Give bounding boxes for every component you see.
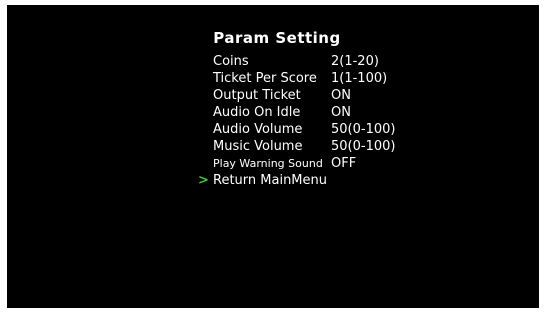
menu-item-ticket-per-score[interactable]: Ticket Per Score 1(1-100) xyxy=(7,71,539,87)
menu-item-audio-volume[interactable]: Audio Volume 50(0-100) xyxy=(7,122,539,138)
menu-item-coins[interactable]: Coins 2(1-20) xyxy=(7,54,539,70)
menu-item-label: Output Ticket xyxy=(213,88,301,103)
menu-item-output-ticket[interactable]: Output Ticket ON xyxy=(7,88,539,104)
menu-item-value: ON xyxy=(331,88,351,103)
menu-item-label: Ticket Per Score xyxy=(213,71,317,86)
menu-item-label: Audio Volume xyxy=(213,122,303,137)
menu-item-value: 2(1-20) xyxy=(331,54,379,69)
page-title: Param Setting xyxy=(213,29,341,47)
menu-item-value: 1(1-100) xyxy=(331,71,388,86)
menu-item-return-mainmenu[interactable]: > Return MainMenu xyxy=(7,173,539,189)
menu-item-value: ON xyxy=(331,105,351,120)
settings-menu: Coins 2(1-20) Ticket Per Score 1(1-100) … xyxy=(7,54,539,254)
menu-item-value: 50(0-100) xyxy=(331,139,396,154)
menu-item-label: Coins xyxy=(213,54,249,69)
menu-item-value: 50(0-100) xyxy=(331,122,396,137)
game-settings-screen: Param Setting Coins 2(1-20) Ticket Per S… xyxy=(7,5,539,308)
menu-item-music-volume[interactable]: Music Volume 50(0-100) xyxy=(7,139,539,155)
menu-item-label: Audio On Idle xyxy=(213,105,301,120)
menu-item-label: Play Warning Sound xyxy=(213,157,323,170)
menu-item-audio-on-idle[interactable]: Audio On Idle ON xyxy=(7,105,539,121)
menu-item-value: OFF xyxy=(331,156,357,171)
menu-item-label: Return MainMenu xyxy=(213,173,327,188)
menu-item-play-warning-sound[interactable]: Play Warning Sound OFF xyxy=(7,156,539,172)
menu-item-label: Music Volume xyxy=(213,139,303,154)
selection-cursor-icon: > xyxy=(198,173,209,188)
